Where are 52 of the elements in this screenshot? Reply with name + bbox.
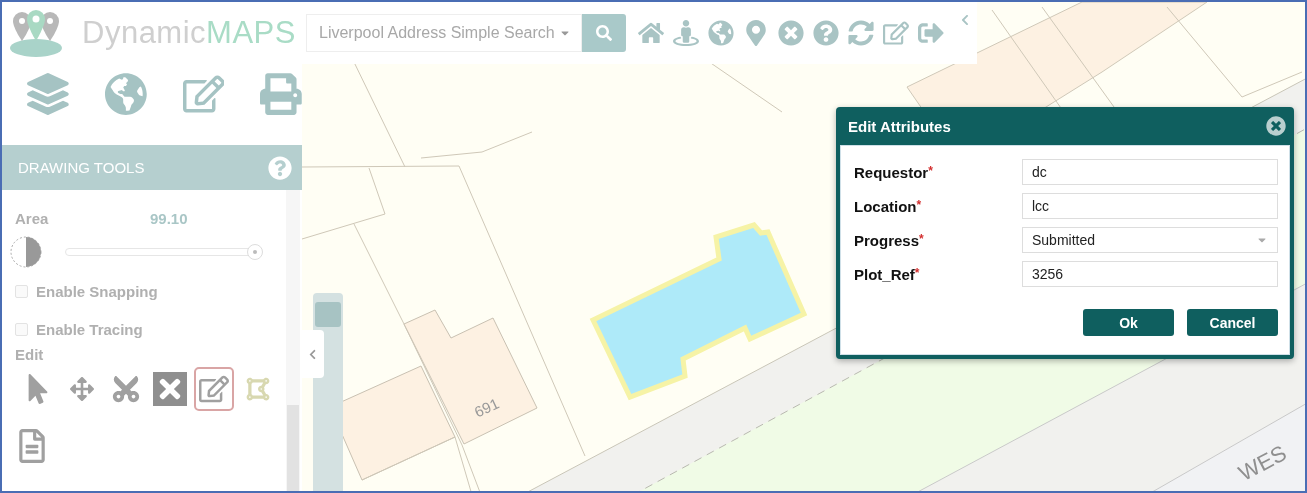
vertices-icon: [245, 376, 271, 402]
list-edit-icon: [199, 374, 229, 404]
panel-title: DRAWING TOOLS: [18, 159, 145, 176]
globe-icon[interactable]: [104, 72, 147, 116]
select-field[interactable]: Submitted: [1022, 227, 1278, 253]
field-label: Requestor*: [854, 163, 934, 181]
ok-button[interactable]: Ok: [1083, 309, 1174, 336]
search-button[interactable]: [582, 14, 626, 52]
input-field[interactable]: 3256: [1022, 261, 1278, 287]
map-pins-logo-icon: [8, 8, 64, 58]
measurement-label: Area: [15, 210, 50, 229]
search-icon: [596, 25, 612, 41]
print-icon[interactable]: [260, 72, 302, 116]
help-icon[interactable]: [268, 155, 292, 180]
layers-icon[interactable]: [27, 72, 69, 116]
delete-icon: [153, 372, 187, 406]
field-label: Progress*: [854, 231, 925, 249]
edit-icon[interactable]: [182, 72, 225, 116]
move-icon: [70, 377, 94, 401]
street-view-icon[interactable]: [673, 20, 699, 46]
street-name-label: WES: [1234, 440, 1291, 486]
dialog-title: Edit Attributes: [848, 117, 951, 135]
checkbox-label: Enable Snapping: [36, 282, 158, 300]
globe-icon[interactable]: [708, 20, 734, 46]
checkbox[interactable]: [15, 322, 28, 336]
home-icon[interactable]: [638, 20, 664, 46]
slider-thumb[interactable]: [247, 244, 263, 260]
map-pin-icon[interactable]: [743, 20, 769, 46]
edit-tool-button[interactable]: [194, 367, 234, 411]
checkbox[interactable]: [15, 284, 28, 298]
input-field[interactable]: dc: [1022, 159, 1278, 185]
sign-out-icon[interactable]: [918, 20, 944, 46]
refresh-icon[interactable]: [848, 20, 874, 46]
drawn-polygon[interactable]: [589, 222, 808, 401]
zoom-thumb[interactable]: [315, 302, 341, 328]
measurement-value: 99.10: [150, 210, 188, 229]
section-label: Edit: [15, 346, 45, 363]
help-icon[interactable]: [813, 20, 839, 46]
field-label: Location*: [854, 197, 923, 215]
cancel-button[interactable]: Cancel: [1187, 309, 1278, 336]
close-icon[interactable]: [1266, 116, 1286, 136]
zoom-slider[interactable]: [313, 293, 343, 491]
house-number-label: 691: [471, 394, 502, 421]
opacity-icon: [9, 235, 43, 269]
edit-icon[interactable]: [883, 20, 909, 46]
chevron-left-icon[interactable]: [959, 14, 971, 26]
scrollbar[interactable]: [286, 190, 300, 491]
scissors-icon: [111, 374, 141, 404]
checkbox-label: Enable Tracing: [36, 320, 143, 338]
collapse-button[interactable]: [300, 330, 324, 378]
field-label: Plot_Ref*: [854, 265, 921, 283]
input-field[interactable]: lcc: [1022, 193, 1278, 219]
